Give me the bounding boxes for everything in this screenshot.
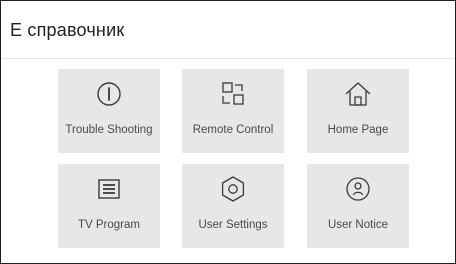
tile-trouble-shooting[interactable]: Trouble Shooting	[58, 69, 160, 153]
home-icon	[344, 80, 372, 108]
tile-home-page[interactable]: Home Page	[307, 69, 409, 153]
settings-hexagon-icon	[219, 175, 247, 203]
tile-label: Remote Control	[192, 124, 274, 136]
tile-label: Trouble Shooting	[65, 124, 153, 136]
e-manual-screen: Е справочник Trouble Shooting Remote Con…	[0, 0, 456, 264]
tile-user-settings[interactable]: User Settings	[182, 164, 284, 248]
user-notice-icon	[344, 175, 372, 203]
tile-remote-control[interactable]: Remote Control	[182, 69, 284, 153]
tile-tv-program[interactable]: TV Program	[58, 164, 160, 248]
exclamation-circle-icon	[95, 80, 123, 108]
tile-label: User Settings	[198, 219, 268, 231]
tile-label: Home Page	[327, 124, 389, 136]
tile-label: User Notice	[327, 219, 389, 231]
tile-label: TV Program	[78, 219, 140, 231]
remote-grid-icon	[219, 80, 247, 108]
list-icon	[95, 175, 123, 203]
page-title: Е справочник	[10, 20, 125, 40]
tile-user-notice[interactable]: User Notice	[307, 164, 409, 248]
header-divider	[1, 58, 455, 59]
